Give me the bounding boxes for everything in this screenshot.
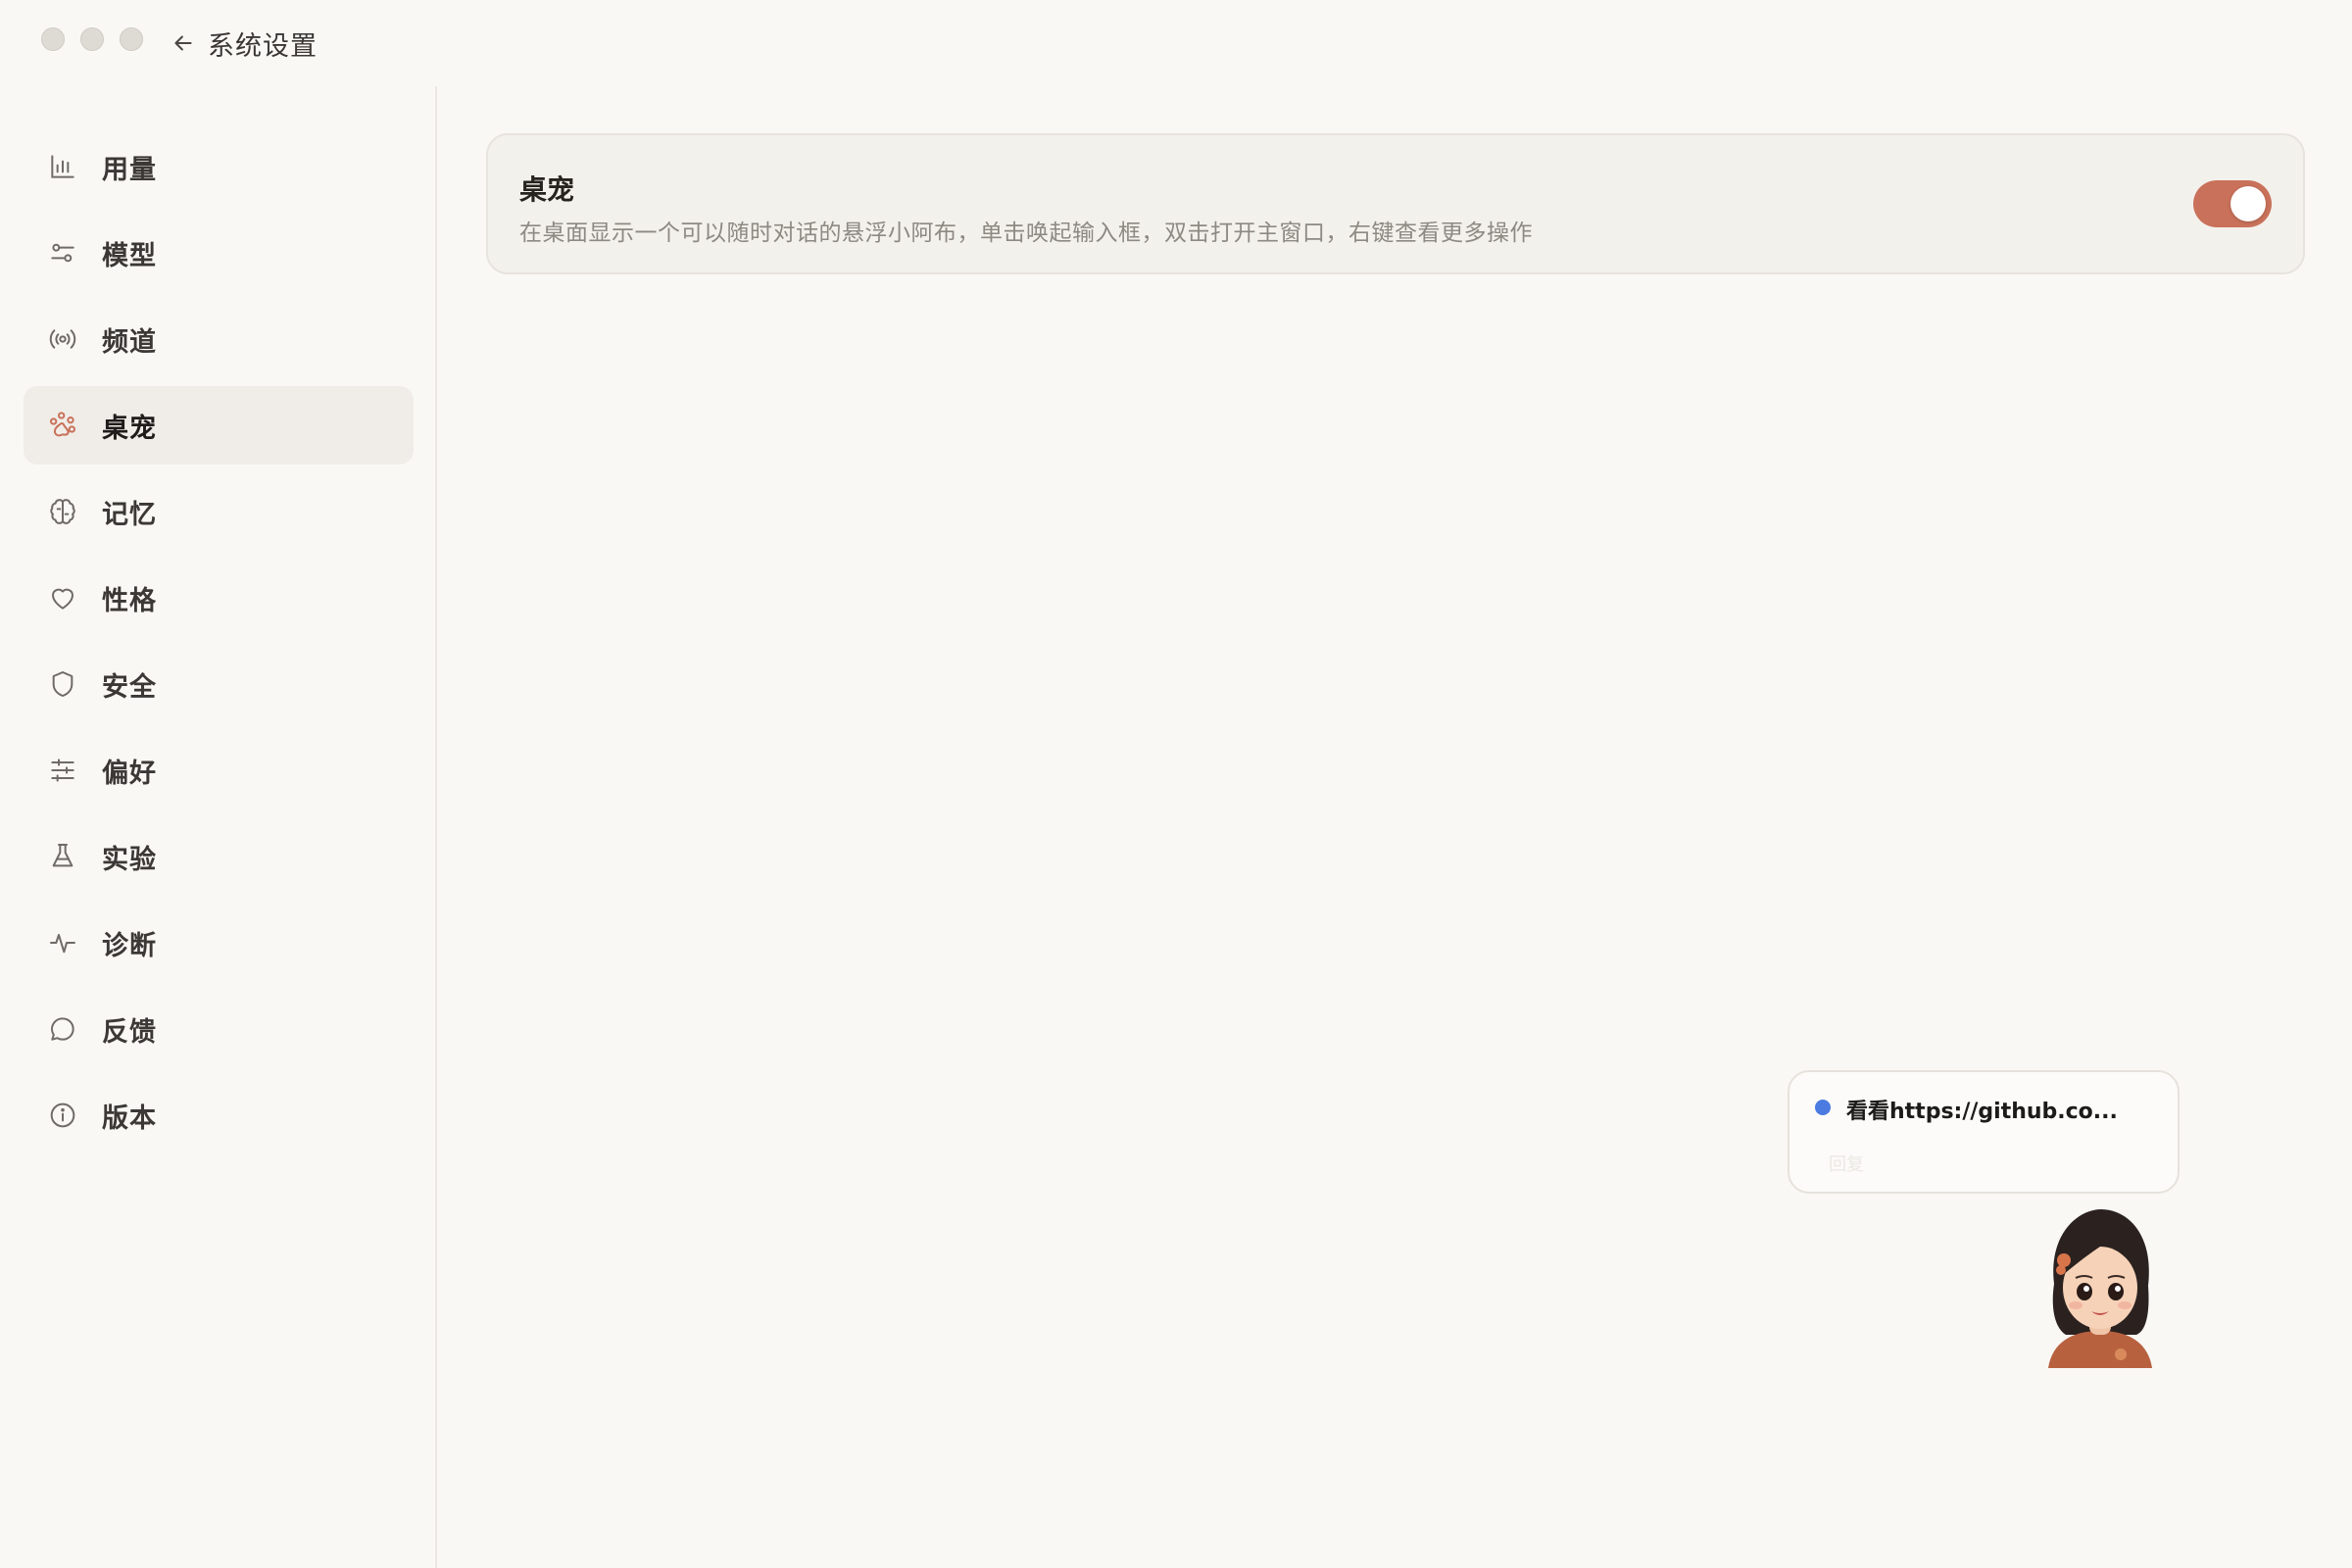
message-icon bbox=[47, 1013, 78, 1045]
sidebar-item-label: 记忆 bbox=[102, 499, 157, 530]
sidebar-item-desktop-pet[interactable]: 桌宠 bbox=[24, 386, 414, 465]
sidebar-item-experiments[interactable]: 实验 bbox=[24, 817, 414, 896]
minimize-window-button[interactable] bbox=[80, 27, 104, 51]
pulse-icon bbox=[47, 927, 78, 958]
tune-icon bbox=[47, 755, 78, 786]
arrow-left-icon bbox=[174, 35, 192, 51]
sidebar-item-models[interactable]: 模型 bbox=[24, 214, 414, 292]
sidebar-item-label: 频道 bbox=[102, 326, 157, 358]
sidebar-item-feedback[interactable]: 反馈 bbox=[24, 990, 414, 1068]
sidebar-item-label: 诊断 bbox=[102, 930, 157, 961]
sidebar: 用量 模型 频道 桌宠 记忆 性格 安全 偏好 实验 诊断 反馈 版本 bbox=[0, 86, 437, 1568]
window-title: 系统设置 bbox=[208, 30, 318, 62]
settings-window: 系统设置 用量 模型 频道 桌宠 记忆 性格 安全 偏好 实验 诊断 反馈 版本… bbox=[0, 0, 2352, 1568]
pet-avatar[interactable] bbox=[2038, 1205, 2162, 1368]
desktop-pet-toggle[interactable] bbox=[2193, 180, 2272, 227]
broadcast-icon bbox=[47, 323, 78, 355]
pet-bubble-reply: 回复 bbox=[1829, 1154, 1864, 1175]
sidebar-item-label: 性格 bbox=[102, 585, 157, 616]
paw-icon bbox=[47, 410, 78, 441]
shield-icon bbox=[47, 668, 78, 700]
bar-chart-icon bbox=[47, 151, 78, 182]
close-window-button[interactable] bbox=[41, 27, 65, 51]
sidebar-item-label: 用量 bbox=[102, 154, 157, 185]
setting-description: 在桌面显示一个可以随时对话的悬浮小阿布，单击唤起输入框，双击打开主窗口，右键查看… bbox=[519, 220, 1533, 246]
info-icon bbox=[47, 1100, 78, 1131]
pet-bubble-text: 看看https://github.co... bbox=[1846, 1100, 2118, 1124]
sidebar-item-label: 实验 bbox=[102, 844, 157, 875]
girl-avatar-icon bbox=[2048, 1209, 2152, 1368]
sidebar-item-label: 安全 bbox=[102, 671, 157, 703]
status-dot bbox=[1815, 1100, 1831, 1115]
heart-icon bbox=[47, 582, 78, 613]
flask-icon bbox=[47, 841, 78, 872]
sidebar-item-personality[interactable]: 性格 bbox=[24, 559, 414, 637]
sliders-icon bbox=[47, 237, 78, 269]
back-button[interactable]: 系统设置 bbox=[171, 22, 318, 65]
setting-title: 桌宠 bbox=[519, 173, 575, 206]
zoom-window-button[interactable] bbox=[120, 27, 143, 51]
sidebar-item-preferences[interactable]: 偏好 bbox=[24, 731, 414, 809]
toggle-knob bbox=[2230, 186, 2266, 221]
sidebar-item-label: 桌宠 bbox=[102, 413, 157, 444]
sidebar-item-label: 模型 bbox=[102, 240, 157, 271]
sidebar-item-version[interactable]: 版本 bbox=[24, 1076, 414, 1154]
sidebar-item-label: 偏好 bbox=[102, 758, 157, 789]
pet-speech-bubble[interactable]: 看看https://github.co... 回复 bbox=[1788, 1070, 2180, 1194]
desktop-pet-setting-card: 桌宠 在桌面显示一个可以随时对话的悬浮小阿布，单击唤起输入框，双击打开主窗口，右… bbox=[486, 133, 2305, 274]
sidebar-item-security[interactable]: 安全 bbox=[24, 645, 414, 723]
sidebar-item-label: 反馈 bbox=[102, 1016, 157, 1048]
sidebar-item-channels[interactable]: 频道 bbox=[24, 300, 414, 378]
sidebar-item-usage[interactable]: 用量 bbox=[24, 127, 414, 206]
brain-icon bbox=[47, 496, 78, 527]
title-bar: 系统设置 bbox=[0, 0, 2352, 86]
sidebar-item-diagnostics[interactable]: 诊断 bbox=[24, 904, 414, 982]
sidebar-item-memory[interactable]: 记忆 bbox=[24, 472, 414, 551]
sidebar-nav: 用量 模型 频道 桌宠 记忆 性格 安全 偏好 实验 诊断 反馈 版本 bbox=[24, 127, 414, 1162]
sidebar-item-label: 版本 bbox=[102, 1102, 157, 1134]
